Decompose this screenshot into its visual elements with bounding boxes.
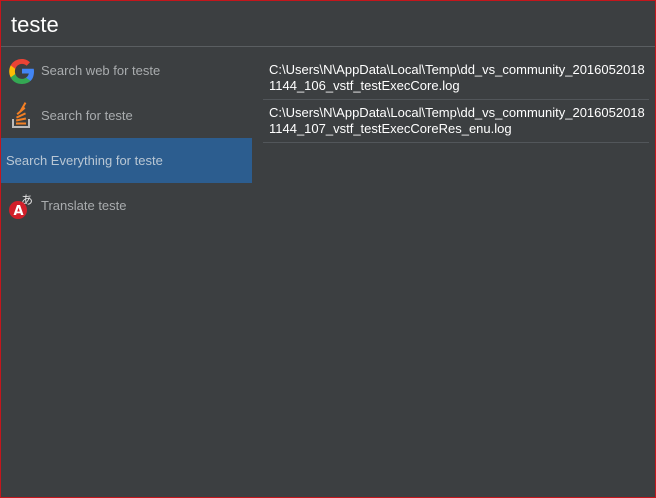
- result-item[interactable]: C:\Users\N\AppData\Local\Temp\dd_vs_comm…: [263, 100, 649, 143]
- result-item[interactable]: C:\Users\N\AppData\Local\Temp\dd_vs_comm…: [263, 57, 649, 100]
- command-item-search-web[interactable]: Search web for teste: [1, 48, 252, 93]
- command-label: Search Everything for teste: [6, 153, 163, 168]
- command-item-stackoverflow[interactable]: Search for teste: [1, 93, 252, 138]
- search-input[interactable]: [11, 10, 611, 40]
- results-list: C:\Users\N\AppData\Local\Temp\dd_vs_comm…: [263, 57, 649, 143]
- google-icon: [7, 56, 37, 86]
- command-item-search-everything[interactable]: Search Everything for teste: [1, 138, 252, 183]
- launcher-window: Search web for teste Search for teste Se…: [0, 0, 656, 498]
- svg-text:A: A: [14, 204, 24, 219]
- search-bar: [1, 1, 655, 47]
- command-label: Search for teste: [41, 108, 133, 123]
- command-label: Search web for teste: [41, 63, 161, 78]
- translate-icon: あ A: [7, 191, 37, 221]
- command-list: Search web for teste Search for teste Se…: [1, 48, 252, 228]
- stackoverflow-icon: [7, 101, 37, 131]
- command-label: Translate teste: [41, 198, 127, 213]
- command-item-translate[interactable]: あ A Translate teste: [1, 183, 252, 228]
